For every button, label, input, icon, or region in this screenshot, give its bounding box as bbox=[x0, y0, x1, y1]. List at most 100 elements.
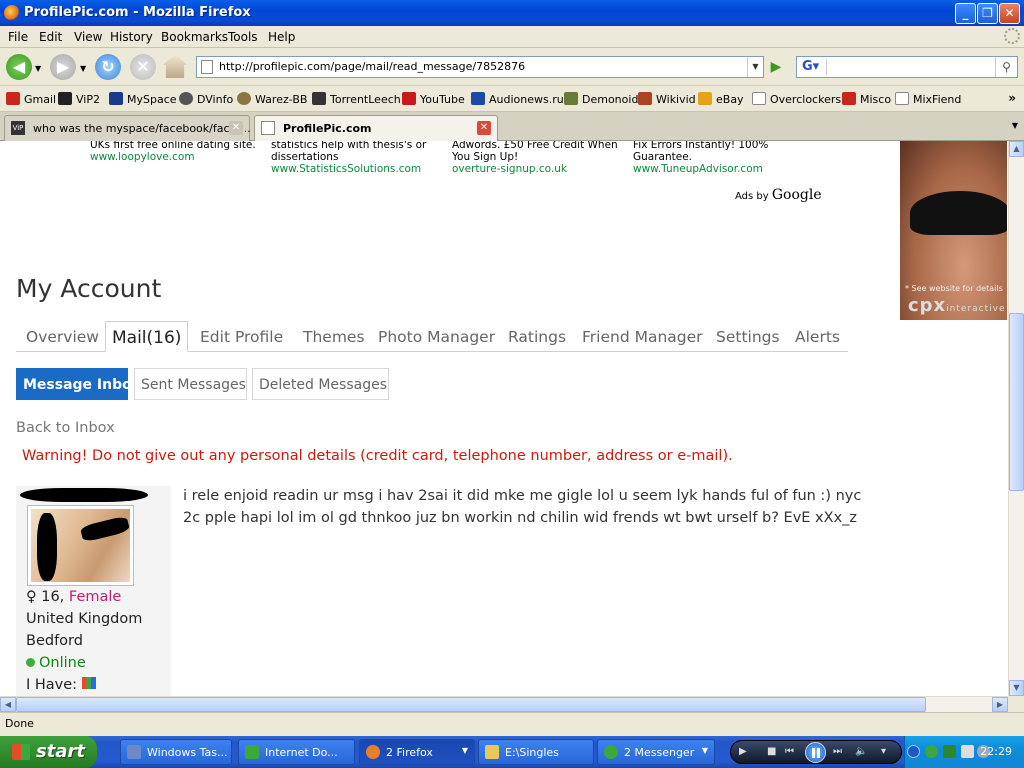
home-button[interactable] bbox=[163, 54, 187, 78]
ad-tuneup[interactable]: Fix Errors Instantly! 100% Guarantee. ww… bbox=[633, 141, 811, 175]
status-bar: Done bbox=[0, 712, 1024, 736]
msn-butterfly-icon bbox=[81, 677, 96, 689]
player-menu-icon[interactable]: ▶ bbox=[739, 746, 747, 757]
pause-button[interactable] bbox=[805, 742, 826, 763]
ad-loopylove[interactable]: UKs first free online dating site. www.l… bbox=[90, 141, 268, 163]
clock[interactable]: 22:29 bbox=[980, 745, 1012, 758]
stop-icon[interactable]: ■ bbox=[767, 746, 776, 757]
horizontal-scroll-thumb[interactable] bbox=[16, 697, 926, 712]
forward-arrow-icon: ▶ bbox=[56, 57, 70, 76]
network-tray-icon[interactable] bbox=[943, 745, 956, 758]
stop-button[interactable]: ✕ bbox=[130, 54, 156, 80]
bookmark-misco[interactable]: Misco bbox=[842, 92, 891, 106]
menu-bookmarks[interactable]: Bookmarks bbox=[161, 30, 228, 44]
reload-button[interactable]: ↻ bbox=[95, 54, 121, 80]
show-hidden-icons-chevron-icon[interactable] bbox=[907, 745, 920, 758]
go-button[interactable]: ▶ bbox=[766, 57, 786, 77]
ad-overture[interactable]: Adwords. £50 Free Credit When You Sign U… bbox=[452, 141, 630, 175]
taskbar-item-messenger[interactable]: 2 Messenger ▼ bbox=[597, 739, 715, 765]
bookmark-youtube[interactable]: YouTube bbox=[402, 92, 465, 106]
tab-overview[interactable]: Overview bbox=[26, 328, 99, 346]
menu-tools[interactable]: Tools bbox=[228, 30, 258, 44]
url-dropdown-button[interactable]: ▼ bbox=[747, 57, 763, 77]
status-text: Done bbox=[5, 717, 34, 730]
sender-photo[interactable] bbox=[27, 505, 134, 586]
tab-settings[interactable]: Settings bbox=[716, 328, 780, 346]
bookmark-dvinfo[interactable]: DVinfo bbox=[179, 92, 233, 106]
taskbar-item-task-manager[interactable]: Windows Tas... bbox=[120, 739, 232, 765]
restore-player-icon[interactable]: ▾ bbox=[881, 746, 886, 757]
sender-gender-link[interactable]: Female bbox=[69, 589, 121, 605]
back-button[interactable]: ◀ bbox=[6, 54, 32, 80]
tab-profilepic[interactable]: ProfilePic.com ✕ bbox=[254, 115, 498, 142]
security-tray-icon[interactable] bbox=[961, 745, 974, 758]
bookmarks-overflow-chevron-icon[interactable]: » bbox=[1008, 91, 1016, 105]
tab-close-icon[interactable]: ✕ bbox=[477, 121, 491, 135]
menu-help[interactable]: Help bbox=[268, 30, 295, 44]
horizontal-scrollbar[interactable]: ◀ ▶ bbox=[0, 696, 1008, 712]
tab-edit-profile[interactable]: Edit Profile bbox=[200, 328, 283, 346]
tab-themes[interactable]: Themes bbox=[303, 328, 365, 346]
redacted-username bbox=[20, 488, 148, 502]
bookmark-vip2[interactable]: ViP2 bbox=[58, 92, 100, 106]
menu-view[interactable]: View bbox=[74, 30, 102, 44]
bookmark-gmail[interactable]: Gmail bbox=[6, 92, 56, 106]
minimize-button[interactable]: _ bbox=[955, 3, 976, 24]
tab-vip[interactable]: ViP who was the myspace/facebook/face-..… bbox=[4, 115, 251, 141]
tab-deleted-messages[interactable]: Deleted Messages bbox=[252, 368, 389, 400]
taskbar-item-internet-download[interactable]: Internet Do... bbox=[238, 739, 355, 765]
next-track-icon[interactable]: ⏭ bbox=[833, 746, 842, 757]
scroll-up-arrow-icon[interactable]: ▲ bbox=[1009, 141, 1024, 157]
maximize-button[interactable]: ❐ bbox=[977, 3, 998, 24]
search-engine-icon[interactable]: G▾ bbox=[799, 59, 827, 75]
menu-history[interactable]: History bbox=[110, 30, 153, 44]
menu-file[interactable]: File bbox=[8, 30, 28, 44]
scroll-right-arrow-icon[interactable]: ▶ bbox=[992, 697, 1008, 712]
ad-statistics[interactable]: statistics help with thesis's or dissert… bbox=[271, 141, 449, 175]
search-magnifier-icon[interactable]: ⚲ bbox=[995, 57, 1017, 77]
forward-history-dropdown[interactable]: ▼ bbox=[80, 64, 86, 73]
search-bar[interactable]: G▾ ⚲ bbox=[796, 56, 1018, 78]
bookmark-warez-bb[interactable]: Warez-BB bbox=[237, 92, 307, 106]
bookmark-wikivid[interactable]: Wikivid bbox=[638, 92, 696, 106]
ads-by-google[interactable]: Ads by Google bbox=[735, 187, 822, 203]
menu-edit[interactable]: Edit bbox=[39, 30, 62, 44]
tab-ratings[interactable]: Ratings bbox=[508, 328, 566, 346]
tab-photo-manager[interactable]: Photo Manager bbox=[378, 328, 495, 346]
taskbar-item-singles-folder[interactable]: E:\Singles bbox=[478, 739, 594, 765]
tab-mail[interactable]: Mail(16) bbox=[105, 321, 189, 352]
vertical-scrollbar[interactable]: ▲ ▼ bbox=[1008, 141, 1024, 696]
bookmark-myspace[interactable]: MySpace bbox=[109, 92, 177, 106]
tab-list-dropdown-icon[interactable]: ▼ bbox=[1012, 121, 1018, 130]
bookmark-overclockers[interactable]: Overclockers bbox=[752, 92, 841, 106]
sender-city: Bedford bbox=[26, 633, 83, 649]
close-button[interactable]: ✕ bbox=[999, 3, 1020, 24]
previous-track-icon[interactable]: ⏮ bbox=[785, 746, 794, 757]
url-bar[interactable]: http://profilepic.com/page/mail/read_mes… bbox=[196, 56, 764, 78]
back-history-dropdown[interactable]: ▼ bbox=[35, 64, 41, 73]
start-button[interactable]: start bbox=[0, 736, 97, 768]
tab-alerts[interactable]: Alerts bbox=[795, 328, 840, 346]
volume-icon[interactable]: 🔈 bbox=[855, 746, 867, 757]
forward-button[interactable]: ▶ bbox=[50, 54, 76, 80]
tab-sent-messages[interactable]: Sent Messages bbox=[134, 368, 247, 400]
taskbar: start Windows Tas... Internet Do... 2 Fi… bbox=[0, 736, 1024, 768]
taskbar-item-firefox[interactable]: 2 Firefox ▼ bbox=[359, 739, 475, 765]
messenger-tray-icon[interactable] bbox=[925, 745, 938, 758]
photo-image bbox=[31, 509, 130, 582]
side-banner-ad[interactable]: * See website for details cpxinteractive bbox=[900, 141, 1007, 320]
tab-friend-manager[interactable]: Friend Manager bbox=[582, 328, 703, 346]
ebay-icon bbox=[698, 92, 712, 105]
bookmark-demonoid[interactable]: Demonoid bbox=[564, 92, 638, 106]
tab-message-inbox[interactable]: Message Inbox bbox=[16, 368, 141, 400]
tab-close-icon[interactable]: ✕ bbox=[229, 121, 243, 135]
bookmark-ebay[interactable]: eBay bbox=[698, 92, 744, 106]
back-to-inbox-link[interactable]: Back to Inbox bbox=[16, 420, 115, 436]
vertical-scroll-thumb[interactable] bbox=[1009, 313, 1024, 491]
page-icon bbox=[261, 121, 275, 135]
scroll-down-arrow-icon[interactable]: ▼ bbox=[1009, 680, 1024, 696]
bookmark-mixfiend[interactable]: MixFiend bbox=[895, 92, 961, 106]
scroll-left-arrow-icon[interactable]: ◀ bbox=[0, 697, 16, 712]
bookmark-torrentleech[interactable]: TorrentLeech bbox=[312, 92, 401, 106]
bookmark-audionews[interactable]: Audionews.ru bbox=[471, 92, 564, 106]
